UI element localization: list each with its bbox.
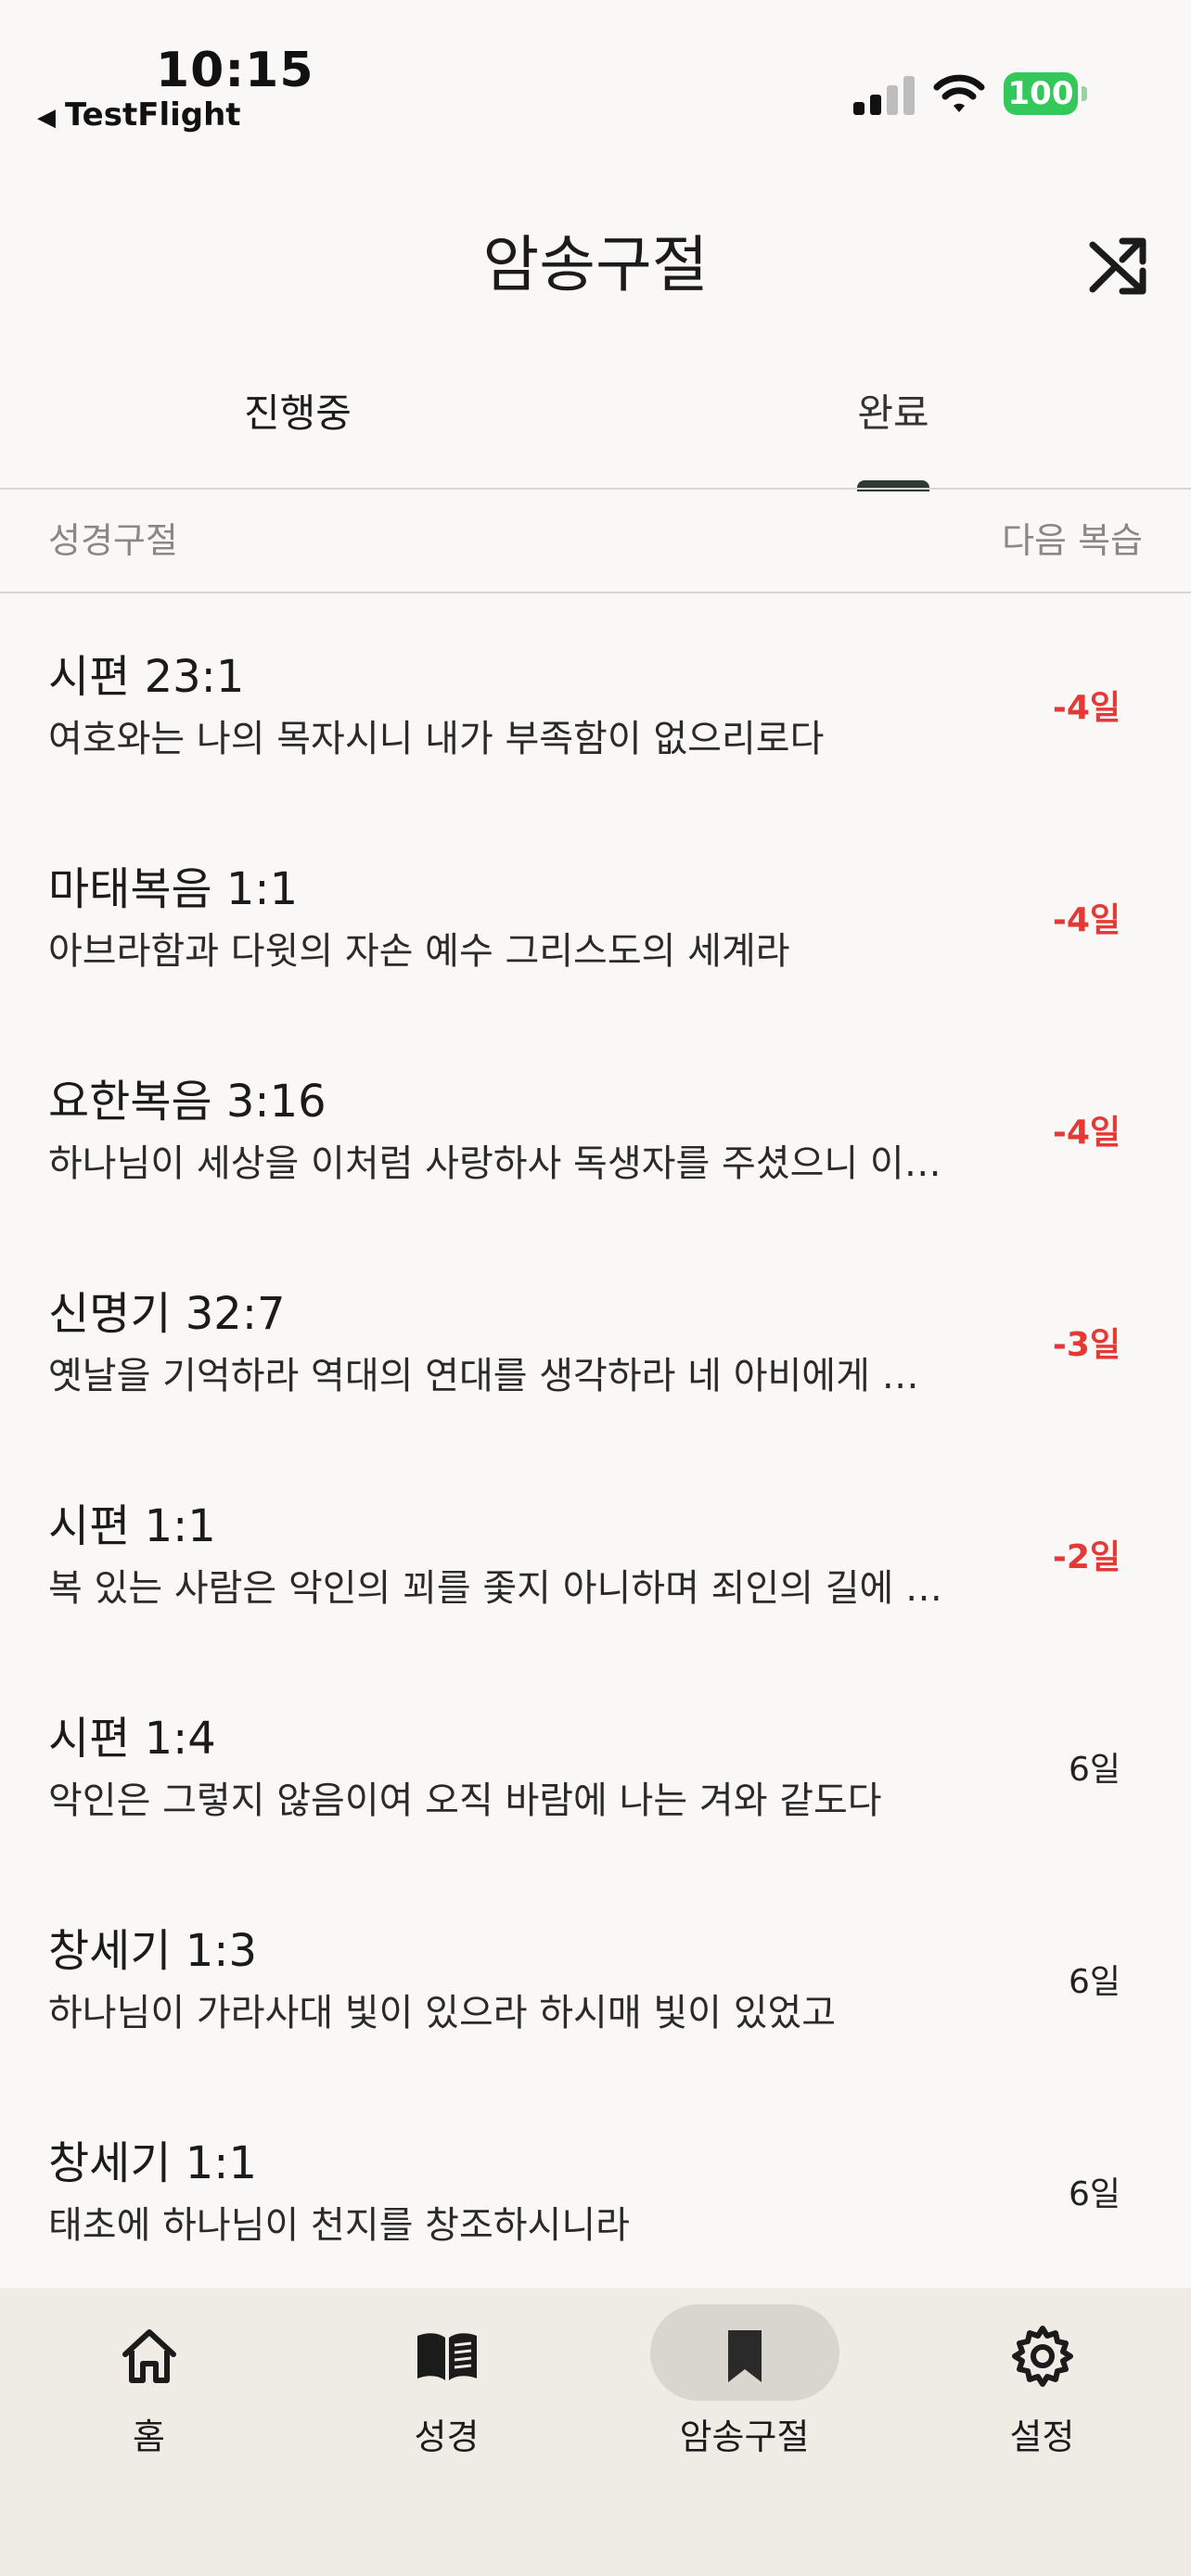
tab-in-progress[interactable]: 진행중: [0, 382, 596, 439]
next-review-badge: -4일: [1052, 1114, 1121, 1152]
next-review-badge: -2일: [1052, 1538, 1121, 1576]
verse-text: 태초에 하나님이 천지를 창조하시니라: [48, 2204, 630, 2247]
verse-reference: 시편 23:1: [48, 651, 245, 703]
verse-list: 시편 23:1 여호와는 나의 목자시니 내가 부족함이 없으리로다 -4일 마…: [0, 593, 1191, 2292]
tab-completed[interactable]: 완료: [596, 382, 1191, 439]
status-bar: 10:15 ◀ TestFlight 100: [0, 0, 1191, 148]
list-item[interactable]: 시편 1:1 복 있는 사람은 악인의 꾀를 좇지 아니하며 죄인의 길에 … …: [0, 1443, 1191, 1655]
home-icon: [122, 2329, 176, 2383]
battery-tip: [1082, 86, 1087, 101]
next-review-badge: -3일: [1052, 1326, 1121, 1364]
list-item[interactable]: 창세기 1:3 하나님이 가라사대 빛이 있으라 하시매 빛이 있었고 6일: [0, 1868, 1191, 2080]
verse-text: 여호와는 나의 목자시니 내가 부족함이 없으리로다: [48, 718, 825, 760]
battery-icon: 100: [1004, 72, 1087, 115]
next-review-badge: -4일: [1052, 689, 1121, 727]
verse-text: 옛날을 기억하라 역대의 연대를 생각하라 네 아비에게 …: [48, 1355, 919, 1397]
nav-memory-verses[interactable]: 암송구절: [596, 2288, 893, 2473]
nav-settings[interactable]: 설정: [893, 2288, 1191, 2473]
back-to-testflight-link[interactable]: ◀ TestFlight: [37, 96, 241, 134]
list-item[interactable]: 마태복음 1:1 아브라함과 다윗의 자손 예수 그리스도의 세계라 -4일: [0, 806, 1191, 1018]
list-item[interactable]: 시편 1:4 악인은 그렇지 않음이여 오직 바람에 나는 겨와 같도다 6일: [0, 1655, 1191, 1868]
verse-reference: 시편 1:1: [48, 1500, 216, 1552]
nav-home-label: 홈: [133, 2417, 165, 2457]
verse-reference: 창세기 1:1: [48, 2137, 257, 2189]
nav-bible[interactable]: 성경: [298, 2288, 596, 2473]
nav-bible-label: 성경: [414, 2417, 480, 2457]
list-item[interactable]: 신명기 32:7 옛날을 기억하라 역대의 연대를 생각하라 네 아비에게 … …: [0, 1231, 1191, 1443]
battery-level: 100: [1004, 72, 1078, 115]
verse-reference: 시편 1:4: [48, 1713, 216, 1765]
verse-reference: 요한복음 3:16: [48, 1076, 327, 1128]
shuffle-icon[interactable]: [1087, 234, 1150, 297]
verse-reference: 마태복음 1:1: [48, 863, 299, 915]
next-review-badge: -4일: [1052, 901, 1121, 939]
nav-home[interactable]: 홈: [0, 2288, 298, 2473]
verse-reference: 신명기 32:7: [48, 1288, 286, 1340]
verse-text: 하나님이 가라사대 빛이 있으라 하시매 빛이 있었고: [48, 1992, 837, 2034]
verse-reference: 창세기 1:3: [48, 1925, 257, 1977]
active-tab-indicator: [857, 480, 929, 491]
nav-settings-label: 설정: [1009, 2417, 1075, 2457]
column-header-next-review: 다음 복습: [1002, 520, 1143, 561]
back-app-label: TestFlight: [65, 96, 241, 134]
verse-text: 악인은 그렇지 않음이여 오직 바람에 나는 겨와 같도다: [48, 1779, 882, 1822]
bookmark-icon: [727, 2330, 762, 2382]
list-item[interactable]: 시편 23:1 여호와는 나의 목자시니 내가 부족함이 없으리로다 -4일: [0, 593, 1191, 806]
tabs-divider: [0, 488, 1191, 490]
nav-memory-verses-label: 암송구절: [679, 2417, 810, 2457]
page-title: 암송구절: [482, 229, 709, 300]
wifi-icon: [933, 74, 985, 112]
verse-text: 복 있는 사람은 악인의 꾀를 좇지 아니하며 죄인의 길에 …: [48, 1567, 943, 1610]
book-icon: [416, 2333, 477, 2380]
verse-text: 하나님이 세상을 이처럼 사랑하사 독생자를 주셨으니 이…: [48, 1142, 941, 1185]
list-item[interactable]: 요한복음 3:16 하나님이 세상을 이처럼 사랑하사 독생자를 주셨으니 이……: [0, 1018, 1191, 1231]
back-arrow-icon: ◀: [37, 104, 56, 132]
cellular-signal-icon: [853, 76, 915, 115]
next-review-badge: 6일: [1068, 1751, 1121, 1789]
next-review-badge: 6일: [1068, 2175, 1121, 2213]
verse-text: 아브라함과 다윗의 자손 예수 그리스도의 세계라: [48, 930, 790, 973]
column-header-verse: 성경구절: [48, 520, 178, 561]
status-time: 10:15: [156, 43, 314, 98]
list-item[interactable]: 창세기 1:1 태초에 하나님이 천지를 창조하시니라 6일: [0, 2080, 1191, 2292]
gear-icon: [1011, 2326, 1073, 2387]
next-review-badge: 6일: [1068, 1963, 1121, 2001]
bottom-tab-bar: 홈 성경 암송구절 설정: [0, 2288, 1191, 2576]
